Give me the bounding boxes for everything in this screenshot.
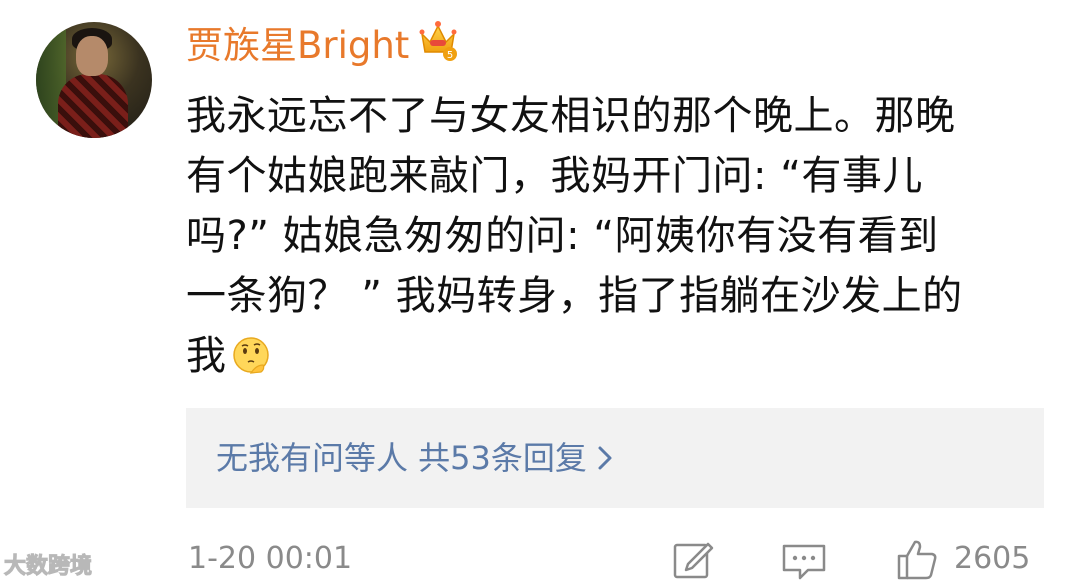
chevron-right-icon <box>598 446 612 470</box>
comment-icon[interactable] <box>780 542 828 582</box>
comment-last-line: 我 <box>186 326 1050 386</box>
watermark: 大数跨境 <box>3 554 93 580</box>
like-count: 2605 <box>954 541 1031 576</box>
replies-summary-text: 无我有问等人 共53条回复 <box>216 439 587 477</box>
comment-line: 吗?” 姑娘急匆匆的问: “阿姨你有没有看到 <box>186 213 939 259</box>
repost-edit-icon[interactable] <box>672 540 714 580</box>
user-avatar[interactable] <box>36 22 152 138</box>
thinking-face-emoji-icon <box>232 337 269 374</box>
comment-line: 我永远忘不了与女友相识的那个晚上。那晚 <box>186 93 956 139</box>
comment-line: 我 <box>186 333 227 379</box>
crown-icon: 5 <box>419 21 457 61</box>
avatar-body <box>58 74 128 138</box>
comment-footer: 大数跨境 1-20 00:01 2605 <box>0 532 1080 586</box>
username[interactable]: 贾族星Bright <box>186 18 409 74</box>
comment-line: 有个姑娘跑来敲门，我妈开门问: “有事儿 <box>186 153 923 199</box>
replies-summary[interactable]: 无我有问等人 共53条回复 <box>216 434 615 482</box>
comment-line: 一条狗？ ” 我妈转身，指了指躺在沙发上的 <box>186 273 963 319</box>
replies-summary-box[interactable]: 无我有问等人 共53条回复 <box>186 408 1044 508</box>
avatar-head <box>76 36 108 76</box>
comment-content: 我永远忘不了与女友相识的那个晚上。那晚 有个姑娘跑来敲门，我妈开门问: “有事儿… <box>186 86 1050 386</box>
like-thumb-icon[interactable] <box>896 538 938 580</box>
svg-text:5: 5 <box>447 50 453 61</box>
timestamp: 1-20 00:01 <box>188 541 353 576</box>
